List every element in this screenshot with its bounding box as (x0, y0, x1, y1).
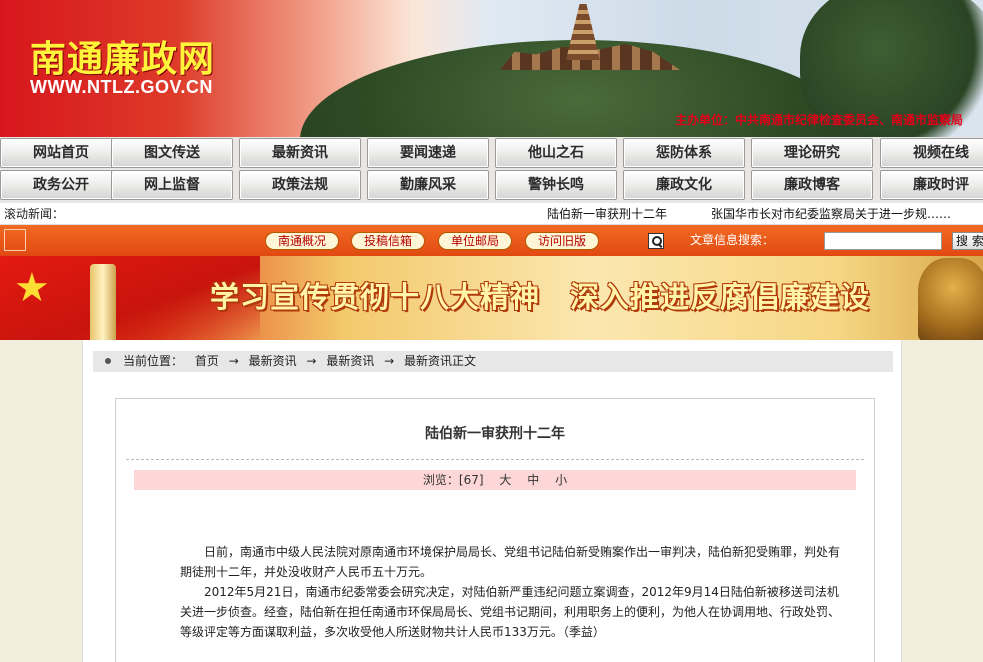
nav-item-warning[interactable]: 警钟长鸣 (495, 170, 617, 200)
nav-row-2: 政务公开 网上监督 政策法规 勤廉风采 警钟长鸣 廉政文化 廉政博客 廉政时评 (0, 170, 983, 200)
huabiao-column-image (90, 264, 116, 340)
nav-item-other-mountains[interactable]: 他山之石 (495, 138, 617, 168)
search-input[interactable] (824, 232, 942, 250)
nav-item-commentary[interactable]: 廉政时评 (880, 170, 983, 200)
nav-item-theory[interactable]: 理论研究 (751, 138, 873, 168)
font-size-medium[interactable]: 中 (527, 473, 539, 487)
breadcrumb-current: 最新资讯正文 (404, 354, 477, 368)
breadcrumb-prefix: 当前位置： (123, 354, 184, 368)
nav-item-video[interactable]: 视频在线 (880, 138, 983, 168)
article-title: 陆伯新一审获刑十二年 (425, 426, 565, 442)
nav-row-1: 网站首页 图文传送 最新资讯 要闻速递 他山之石 惩防体系 理论研究 视频在线 (0, 138, 983, 168)
main-nav: 网站首页 图文传送 最新资讯 要闻速递 他山之石 惩防体系 理论研究 视频在线 … (0, 137, 983, 203)
banner-slogan: 学习宣传贯彻十八大精神 深入推进反腐倡廉建设 (210, 280, 871, 314)
arrow-right-icon: → (384, 354, 395, 368)
slogan-banner: ★ 学习宣传贯彻十八大精神 深入推进反腐倡廉建设 (0, 256, 983, 340)
bullet-icon (105, 358, 111, 364)
nav-item-headlines[interactable]: 要闻速递 (367, 138, 489, 168)
sponsor-text: 主办单位：中共南通市纪律检查委员会、南通市监察局 (674, 113, 963, 127)
nav-item-latest-news[interactable]: 最新资讯 (239, 138, 361, 168)
article-meta: 浏览：[67] 大 中 小 (134, 470, 856, 490)
divider (126, 459, 864, 460)
nav-item-culture[interactable]: 廉政文化 (623, 170, 745, 200)
quick-links-bar: 南通概况 投稿信箱 单位邮局 访问旧版 文章信息搜索： 搜 索 (0, 225, 983, 256)
search-icon[interactable] (648, 233, 664, 249)
pagoda-image (566, 4, 600, 60)
search-label: 文章信息搜索： (690, 233, 775, 247)
nav-item-diligence[interactable]: 勤廉风采 (367, 170, 489, 200)
star-icon: ★ (14, 265, 50, 311)
view-count: 浏览：[67] (422, 473, 484, 487)
link-unit-mail[interactable]: 单位邮局 (438, 232, 513, 250)
link-nantong-overview[interactable]: 南通概况 (265, 232, 340, 250)
ticker-label: 滚动新闻： (4, 207, 65, 221)
nav-item-online-supervision[interactable]: 网上监督 (111, 170, 233, 200)
article-body: 日前，南通市中级人民法院对原南通市环境保护局局长、党组书记陆伯新受贿案作出一审判… (180, 542, 840, 642)
nav-item-photo-news[interactable]: 图文传送 (111, 138, 233, 168)
content-area: 当前位置： 首页 → 最新资讯 → 最新资讯 → 最新资讯正文 陆伯新一审获刑十… (82, 340, 902, 662)
site-header: 南通廉政网 WWW.NTLZ.GOV.CN 主办单位：中共南通市纪律检查委员会、… (0, 0, 983, 137)
square-icon (4, 229, 26, 251)
site-title: 南通廉政网 (30, 38, 216, 79)
nav-item-policies[interactable]: 政策法规 (239, 170, 361, 200)
breadcrumb: 当前位置： 首页 → 最新资讯 → 最新资讯 → 最新资讯正文 (93, 351, 893, 372)
arrow-right-icon: → (306, 354, 317, 368)
site-url: WWW.NTLZ.GOV.CN (30, 77, 213, 97)
font-size-large[interactable]: 大 (499, 473, 511, 487)
nav-item-blog[interactable]: 廉政博客 (751, 170, 873, 200)
arrow-right-icon: → (228, 354, 239, 368)
breadcrumb-latest-news[interactable]: 最新资讯 (326, 354, 374, 368)
nav-item-home[interactable]: 网站首页 (0, 138, 122, 168)
stone-lion-image (918, 258, 983, 340)
nav-item-prevention-system[interactable]: 惩防体系 (623, 138, 745, 168)
news-ticker: 滚动新闻： 陆伯新一审获刑十二年 张国华市长对市纪委监察局关于进一步规…… (0, 203, 983, 225)
breadcrumb-latest-news[interactable]: 最新资讯 (249, 354, 297, 368)
nav-item-gov-affairs[interactable]: 政务公开 (0, 170, 122, 200)
font-size-small[interactable]: 小 (555, 473, 567, 487)
link-submission-mailbox[interactable]: 投稿信箱 (351, 232, 426, 250)
article: 陆伯新一审获刑十二年 浏览：[67] 大 中 小 日前，南通市中级人民法院对原南… (115, 398, 875, 662)
search-button[interactable]: 搜 索 (952, 232, 983, 250)
breadcrumb-home[interactable]: 首页 (195, 354, 219, 368)
link-old-version[interactable]: 访问旧版 (525, 232, 600, 250)
ticker-item[interactable]: 张国华市长对市纪委监察局关于进一步规…… (711, 203, 951, 225)
article-paragraph: 日前，南通市中级人民法院对原南通市环境保护局局长、党组书记陆伯新受贿案作出一审判… (180, 545, 841, 579)
article-paragraph: 2012年5月21日，南通市纪委常委会研究决定，对陆伯新严重违纪问题立案调查，2… (180, 585, 841, 639)
ticker-item[interactable]: 陆伯新一审获刑十二年 (547, 203, 667, 225)
